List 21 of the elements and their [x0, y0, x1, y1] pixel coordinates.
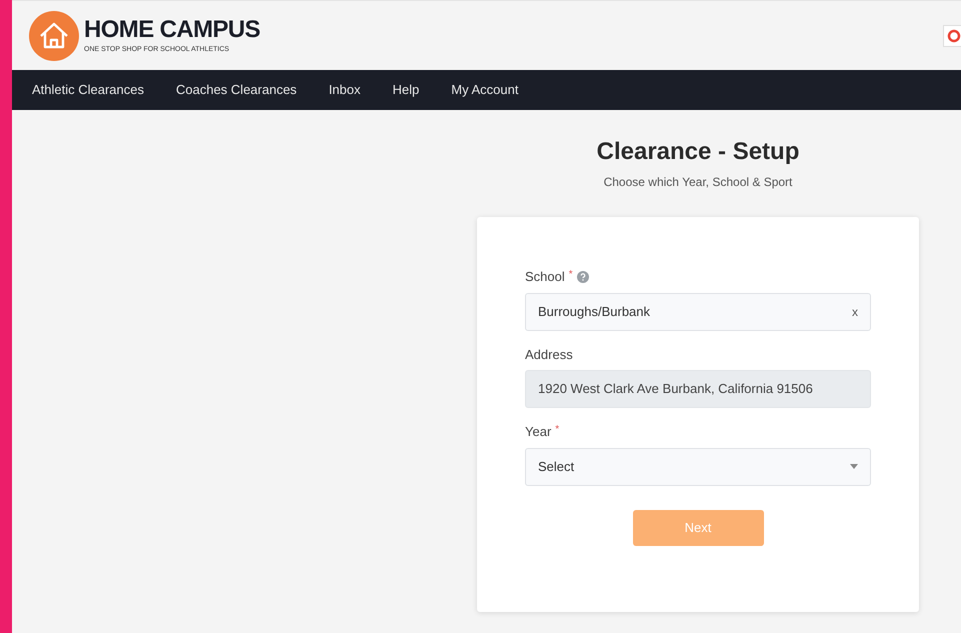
- brand-name: HOME CAMPUS: [84, 18, 260, 42]
- field-label: Address: [525, 346, 573, 364]
- field-label: School: [525, 268, 565, 286]
- help-icon[interactable]: [576, 270, 589, 283]
- field-label: Year: [525, 423, 552, 441]
- address-field: 1920 West Clark Ave Burbank, California 91506: [525, 370, 871, 408]
- school-field[interactable]: Burroughs/Burbank x: [525, 292, 871, 330]
- nav-link[interactable]: My Account: [451, 80, 518, 100]
- nav-link[interactable]: Inbox: [328, 80, 360, 100]
- clear-button[interactable]: x: [852, 302, 858, 320]
- required-mark: *: [555, 423, 560, 437]
- house-logo-icon[interactable]: [29, 10, 79, 60]
- caret-icon: [850, 464, 858, 469]
- nav-link[interactable]: Athletic Clearances: [32, 80, 144, 100]
- page-subtitle: Choose which Year, School & Sport: [604, 174, 792, 191]
- nav-link[interactable]: Help: [392, 80, 420, 100]
- year-select[interactable]: Select: [525, 448, 871, 486]
- google-icon[interactable]: [943, 24, 961, 46]
- required-mark: *: [568, 268, 573, 282]
- page-title: Clearance - Setup: [596, 137, 800, 167]
- nav-link[interactable]: Coaches Clearances: [176, 80, 297, 100]
